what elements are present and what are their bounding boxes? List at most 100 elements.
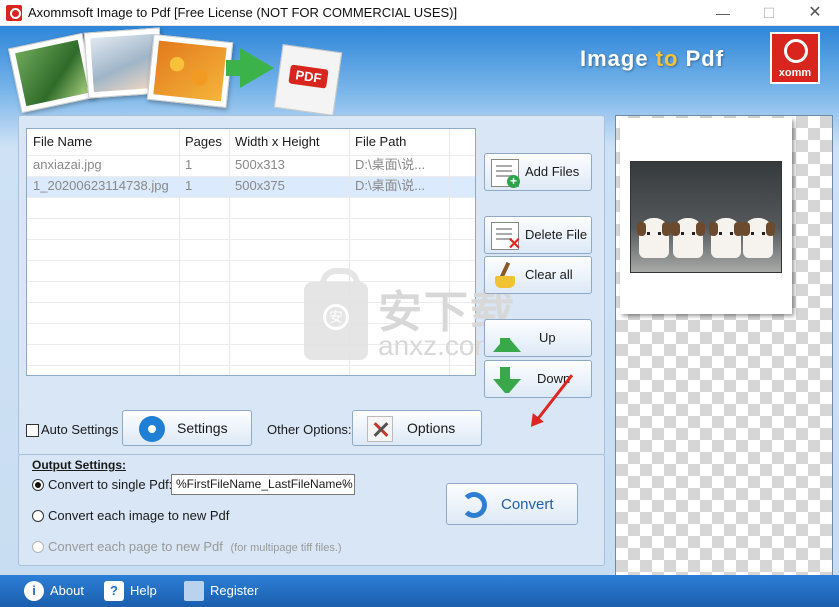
cell-pages: 1 [185,178,193,193]
app-logo-icon [6,5,22,21]
pdf-badge: PDF [288,64,329,89]
bottom-bar: i About ? Help Register [0,575,839,607]
table-row[interactable]: anxiazai.jpg 1 500x313 D:\桌面\说... [27,155,475,176]
window-title: Axommsoft Image to Pdf [Free License (NO… [28,5,458,20]
about-label: About [50,583,84,598]
table-header: File Name Pages Width x Height File Path [27,129,475,155]
banner-arrow-icon [240,48,274,88]
arrow-down-icon [493,367,521,407]
auto-settings-label[interactable]: Auto Settings [41,422,118,437]
grid-line [229,129,230,375]
grid-line [27,218,475,219]
col-header-pages[interactable]: Pages [179,129,229,155]
add-files-label: Add Files [525,164,580,179]
arrow-up-icon [493,324,521,352]
convert-label: Convert [501,496,554,513]
help-label: Help [130,583,157,598]
preview-page [620,118,792,314]
auto-settings-checkbox[interactable] [26,424,39,437]
col-header-file-path[interactable]: File Path [349,129,449,155]
grid-line [27,239,475,240]
delete-document-icon: ✕ [491,222,521,253]
banner: PDF Image to Pdf xomm [0,26,839,118]
col-header-width-height[interactable]: Width x Height [229,129,349,155]
banner-title-pdf: Pdf [685,46,725,71]
add-files-button[interactable]: + Add Files [484,153,592,191]
help-book-icon: ? [104,581,124,601]
puppy-figure [709,218,743,258]
filename-pattern-select[interactable]: %FirstFileName_LastFileName% ⌄ [171,474,355,495]
single-pdf-label[interactable]: Convert to single Pdf: [48,477,172,492]
grid-line [27,302,475,303]
add-document-icon: + [491,159,520,188]
preview-panel [615,115,833,589]
cell-pages: 1 [185,157,193,172]
brand-name: xomm [778,67,812,79]
convert-button[interactable]: Convert [446,483,578,525]
chevron-down-icon[interactable]: ⌄ [341,475,350,494]
grid-line [27,197,475,198]
each-page-text: Convert each page to new Pdf [48,539,223,554]
each-page-radio[interactable] [32,541,44,553]
cell-dimensions: 500x313 [235,157,285,172]
cell-dimensions: 500x375 [235,178,285,193]
broom-icon [491,262,519,290]
grid-line [27,176,475,177]
grid-line [27,323,475,324]
file-table[interactable]: File Name Pages Width x Height File Path… [26,128,476,376]
each-page-hint: (for multipage tiff files.) [230,542,342,554]
cell-file-path: D:\桌面\说... [355,157,426,172]
move-down-button[interactable]: Down [484,360,592,398]
cell-file-name: 1_20200623114738.jpg [33,178,169,193]
gear-icon [139,416,165,442]
banner-title: Image to Pdf [580,46,724,72]
each-image-radio[interactable] [32,510,44,522]
output-settings-panel: Output Settings: Convert to single Pdf: … [18,454,605,566]
delete-file-button[interactable]: ✕ Delete File [484,216,592,254]
refresh-icon [461,492,487,518]
minimize-button[interactable]: — [700,0,746,26]
options-label: Options [407,420,456,436]
banner-title-to: to [655,46,679,71]
other-options-label: Other Options: [267,422,352,437]
each-image-label[interactable]: Convert each image to new Pdf [48,508,229,523]
grid-line [27,260,475,261]
cart-icon [184,581,204,601]
grid-line [27,281,475,282]
grid-line [179,129,180,375]
file-panel: File Name Pages Width x Height File Path… [18,115,605,456]
puppy-figure [741,218,775,258]
move-up-button[interactable]: Up [484,319,592,357]
puppy-figure [671,218,705,258]
preview-image [630,161,782,273]
settings-label: Settings [177,420,228,436]
grid-line [349,129,350,375]
output-settings-title: Output Settings: [32,458,126,472]
grid-line [27,365,475,366]
col-header-file-name[interactable]: File Name [27,129,179,155]
close-button[interactable]: ✕ [792,0,838,26]
options-button[interactable]: Options [352,410,482,446]
settings-button[interactable]: Settings [122,410,252,446]
banner-photo-flowers [146,33,234,109]
table-row-selected[interactable]: 1_20200623114738.jpg 1 500x375 D:\桌面\说..… [27,176,475,197]
each-page-label[interactable]: Convert each page to new Pdf (for multip… [48,539,342,554]
puppy-figure [637,218,671,258]
banner-title-image: Image [580,46,649,71]
pdf-document-icon: PDF [273,44,343,116]
cell-file-name: anxiazai.jpg [33,157,102,172]
maximize-button[interactable]: ☐ [746,0,792,26]
tools-icon [367,416,393,442]
brand-ring-icon [784,39,808,63]
register-label: Register [210,583,259,598]
clear-all-button[interactable]: Clear all [484,256,592,294]
main-area: PDF Image to Pdf xomm File Name Pages Wi… [0,26,839,589]
single-pdf-radio[interactable] [32,479,44,491]
grid-line [449,129,450,375]
grid-line [27,155,475,156]
delete-file-label: Delete File [525,227,588,242]
brand-logo: xomm [770,32,820,84]
cell-file-path: D:\桌面\说... [355,178,426,193]
up-label: Up [539,330,556,345]
clear-all-label: Clear all [525,267,573,282]
